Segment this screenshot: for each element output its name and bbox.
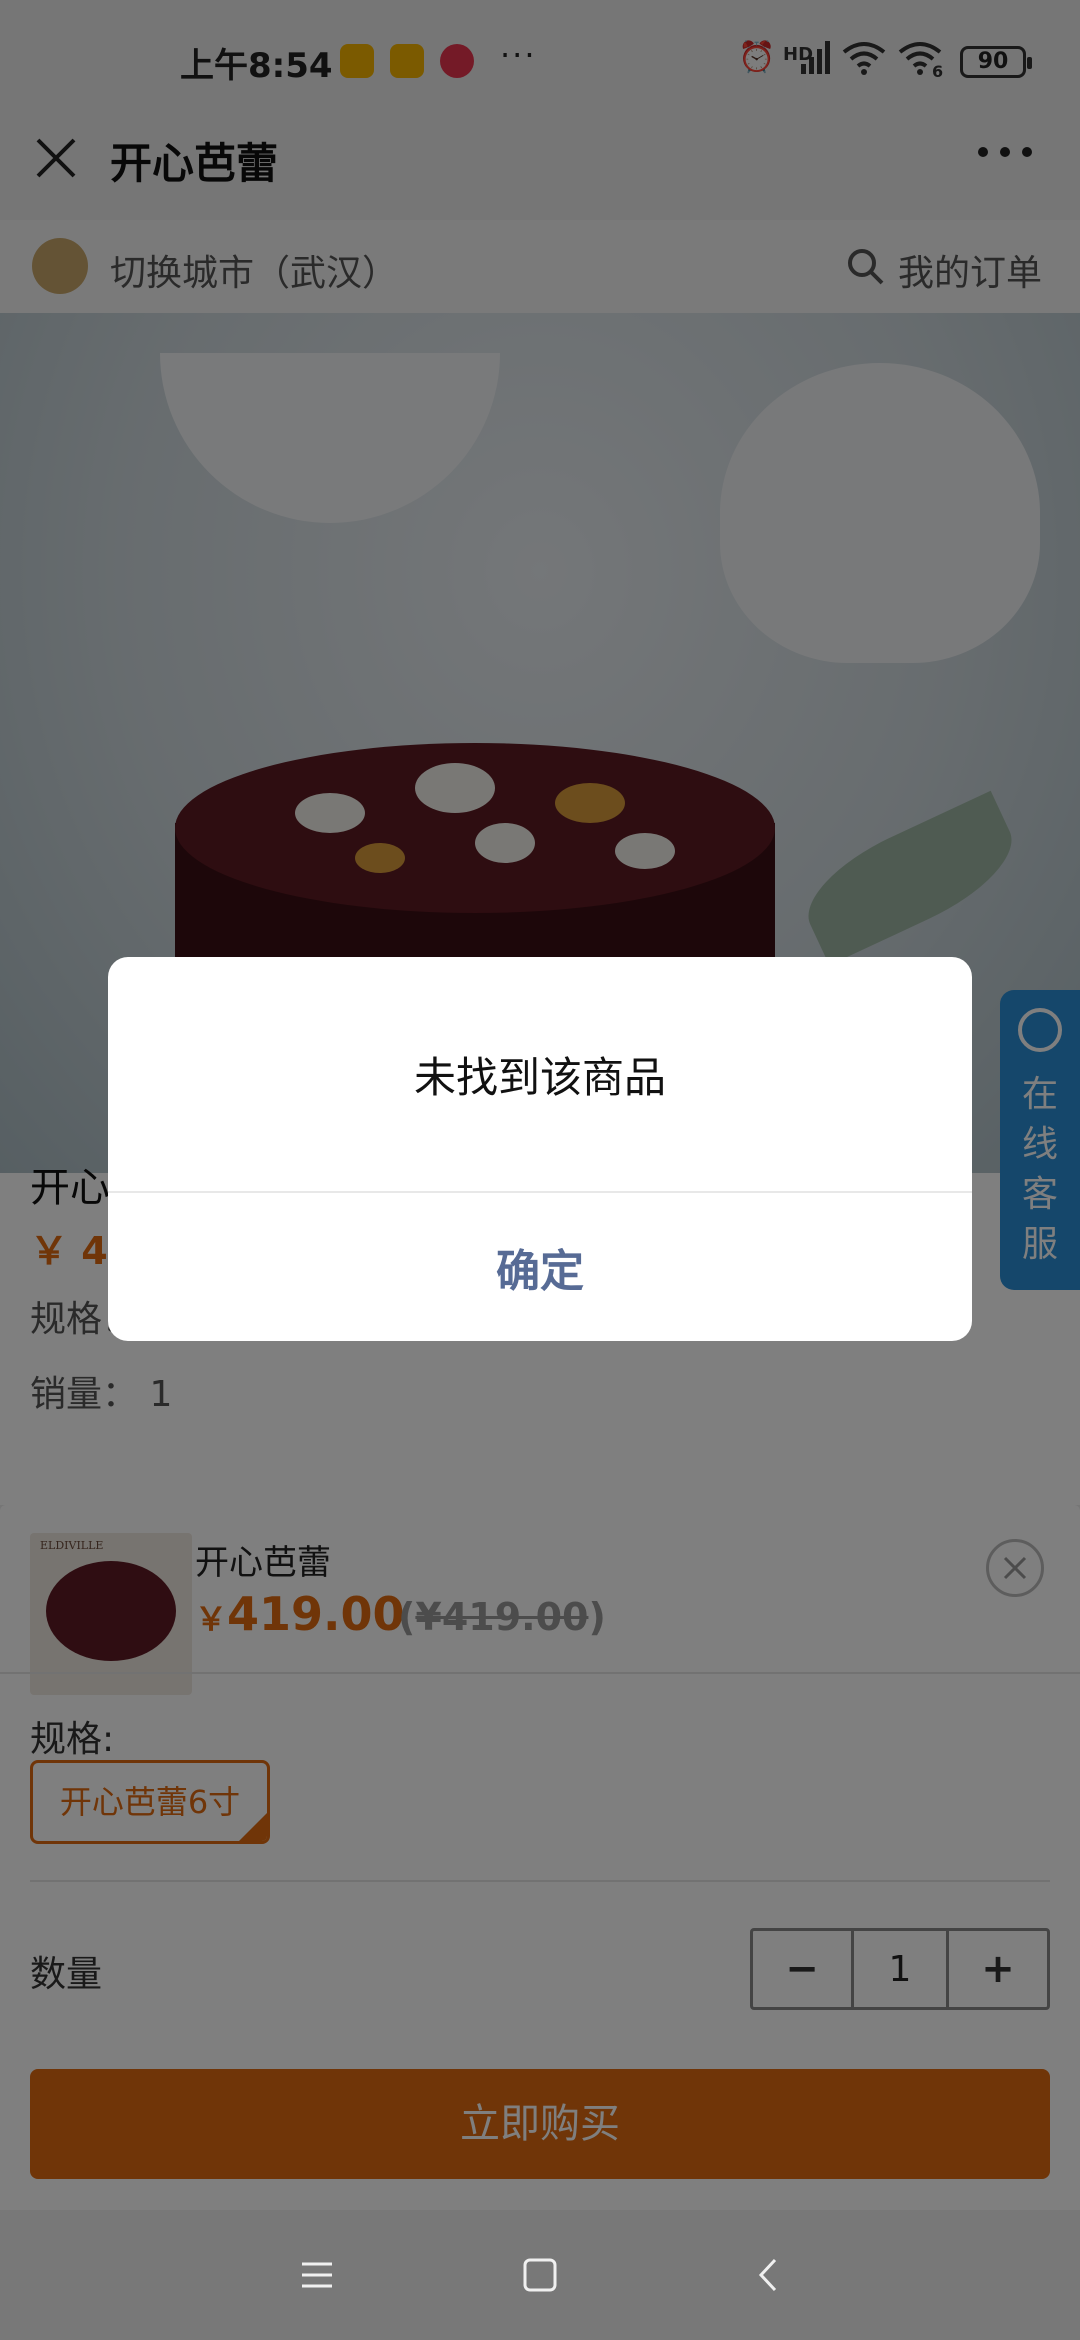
dialog-message: 未找到该商品: [413, 1052, 666, 1102]
alert-dialog: 未找到该商品 确定: [108, 957, 972, 1341]
back-icon[interactable]: [745, 2250, 795, 2300]
confirm-button[interactable]: 确定: [108, 1193, 972, 1341]
home-icon[interactable]: [515, 2250, 565, 2300]
system-nav-bar: [0, 2210, 1080, 2340]
menu-icon[interactable]: [292, 2250, 342, 2300]
